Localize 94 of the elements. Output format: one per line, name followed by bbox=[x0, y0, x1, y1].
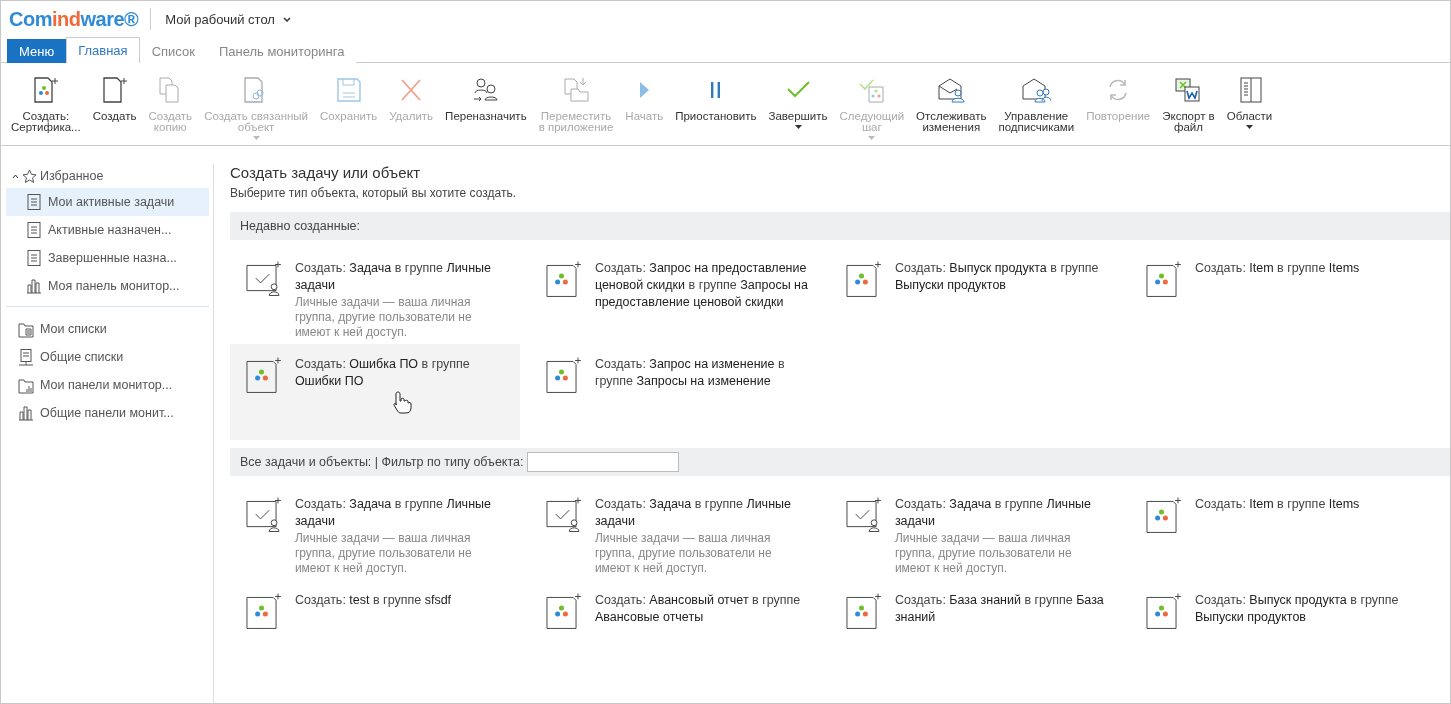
create-option-title: Создать: Запрос на изменение в группе Запросы на изменение bbox=[594, 356, 786, 390]
create-option-description: Личные задачи — ваша личная группа, другие пользователи не имеют к ней доступ. bbox=[294, 531, 473, 576]
bar-chart-icon bbox=[18, 404, 34, 422]
create-option-title: Создать: test в группе sfsdf bbox=[294, 592, 453, 609]
create-option-title: Создать: Выпуск продукта в группе Выпуски продуктов bbox=[1194, 592, 1400, 626]
pause-icon bbox=[711, 82, 721, 98]
create-option-card[interactable]: Создать: Задача в группе Личные задачи Личные задачи — ваша личная группа, другие пользователи не имеют к ней доступ. bbox=[830, 484, 1120, 580]
task-icon bbox=[246, 496, 281, 534]
object-icon bbox=[546, 260, 581, 298]
chart-folder-icon bbox=[18, 376, 34, 394]
favorites-header[interactable]: Избранное bbox=[6, 164, 110, 188]
sidebar-item[interactable]: Общие панели монит... bbox=[6, 399, 209, 427]
create-option-description: Личные задачи — ваша личная группа, другие пользователи не имеют к ней доступ. bbox=[894, 531, 1073, 576]
object-icon bbox=[246, 356, 281, 394]
create-option-title: Создать: Задача в группе Личные задачи bbox=[894, 496, 1092, 530]
task-icon bbox=[546, 496, 581, 534]
caret-icon bbox=[1246, 125, 1253, 129]
section-title: Все задачи и объекты: | Фильтр по типу объекта: bbox=[240, 455, 524, 469]
folder-arrow-icon bbox=[561, 76, 591, 104]
caret-icon bbox=[252, 136, 260, 140]
create-option-title: Создать: База знаний в группе База знаний bbox=[894, 592, 1105, 626]
shared-list-icon bbox=[18, 348, 34, 366]
object-icon bbox=[846, 260, 881, 298]
create-option-card[interactable]: Создать: Выпуск продукта в группе Выпуски продуктов bbox=[830, 248, 1120, 344]
create-option-title: Создать: Задача в группе Личные задачи bbox=[294, 260, 492, 294]
task-icon bbox=[246, 260, 281, 298]
object-icon bbox=[546, 356, 581, 394]
collapse-caret-icon bbox=[12, 173, 19, 179]
sidebar-item[interactable]: Мои панели монитор... bbox=[6, 371, 209, 399]
caret-icon bbox=[868, 136, 876, 140]
create-option-card[interactable]: Создать: Выпуск продукта в группе Выпуски продуктов bbox=[1130, 580, 1420, 676]
bar-chart-icon bbox=[26, 277, 42, 295]
star-icon bbox=[22, 168, 37, 184]
create-option-title: Создать: Выпуск продукта в группе Выпуски продуктов bbox=[894, 260, 1100, 294]
list-folder-icon bbox=[18, 320, 34, 338]
create-option-description: Личные задачи — ваша личная группа, другие пользователи не имеют к ней доступ. bbox=[294, 295, 473, 340]
create-option-card[interactable]: Создать: Запрос на изменение в группе Запросы на изменение bbox=[530, 344, 820, 440]
create-option-card[interactable]: Создать: Item в группе Items bbox=[1130, 484, 1420, 580]
create-option-title: Создать: Запрос на предоставление ценовой скидки в группе Запросы на предоставление ценовой скидки bbox=[594, 260, 808, 311]
workspace-dropdown[interactable]: Мой рабочий стол bbox=[163, 9, 293, 29]
create-option-card[interactable]: Создать: База знаний в группе База знаний bbox=[830, 580, 1120, 676]
sidebar-item[interactable]: Мои списки bbox=[6, 315, 209, 343]
object-icon bbox=[246, 592, 281, 630]
document-icon bbox=[26, 221, 42, 239]
create-option-card[interactable]: Создать: Запрос на предоставление ценовой скидки в группе Запросы на предоставление ценовой скидки bbox=[530, 248, 820, 344]
toolbar-button[interactable]: Переназначить bbox=[439, 75, 533, 122]
sidebar-item[interactable]: Мои активные задачи bbox=[6, 188, 209, 216]
create-option-card[interactable]: Создать: Задача в группе Личные задачи Личные задачи — ваша личная группа, другие пользователи не имеют к ней доступ. bbox=[230, 248, 520, 344]
envelope-person-icon bbox=[936, 76, 967, 104]
object-icon bbox=[546, 592, 581, 630]
toolbar-button[interactable]: Управление подписчиками bbox=[992, 75, 1081, 133]
create-option-card[interactable]: Создать: Item в группе Items bbox=[1130, 248, 1420, 344]
create-option-title: Создать: Задача в группе Личные задачи bbox=[294, 496, 492, 530]
create-option-title: Создать: Задача в группе Личные задачи bbox=[594, 496, 792, 530]
create-option-title: Создать: Item в группе Items bbox=[1194, 260, 1361, 277]
create-option-title: Создать: Ошибка ПО в группе Ошибки ПО bbox=[294, 356, 471, 390]
create-option-card[interactable]: Создать: Задача в группе Личные задачи Личные задачи — ваша личная группа, другие пользователи не имеют к ней доступ. bbox=[230, 484, 520, 580]
chevron-down-icon bbox=[282, 16, 291, 22]
toolbar-button[interactable]: Экспорт в файл bbox=[1156, 75, 1221, 133]
object-icon bbox=[1146, 496, 1181, 534]
sidebar-item[interactable]: Активные назначен... bbox=[6, 216, 209, 244]
caret-icon bbox=[794, 125, 802, 129]
sidebar-item[interactable]: Моя панель монитор... bbox=[6, 272, 209, 300]
create-option-card[interactable]: Создать: Авансовый отчет в группе Авансовые отчеты bbox=[530, 580, 820, 676]
create-option-card[interactable]: Создать: test в группе sfsdf bbox=[230, 580, 520, 676]
toolbar-button[interactable]: Области bbox=[1220, 75, 1279, 129]
toolbar-button[interactable]: Приостановить bbox=[669, 75, 763, 122]
page-title: Создать задачу или объект bbox=[230, 164, 422, 183]
create-option-title: Создать: Авансовый отчет в группе Авансовые отчеты bbox=[594, 592, 802, 626]
object-icon bbox=[846, 592, 881, 630]
create-option-title: Создать: Item в группе Items bbox=[1194, 496, 1361, 513]
document-icon bbox=[26, 249, 42, 267]
page-subtitle: Выберите тип объекта, который вы хотите создать. bbox=[230, 186, 517, 200]
create-option-description: Личные задачи — ваша личная группа, другие пользователи не имеют к ней доступ. bbox=[594, 531, 773, 576]
toolbar-button[interactable]: Создать bbox=[86, 75, 143, 122]
envelope-people-icon bbox=[1021, 76, 1052, 104]
play-icon bbox=[639, 82, 649, 98]
object-icon bbox=[1146, 592, 1181, 630]
hand-cursor-icon bbox=[392, 390, 412, 414]
filter-input-field[interactable] bbox=[527, 452, 680, 472]
section-title: Недавно созданные: bbox=[240, 219, 361, 233]
menu-button[interactable]: Меню bbox=[7, 39, 67, 63]
toolbar-button[interactable]: Завершить bbox=[762, 75, 834, 129]
document-icon bbox=[26, 193, 42, 211]
task-icon bbox=[846, 496, 881, 534]
logo: Comindware® bbox=[9, 8, 152, 30]
toolbar-button[interactable]: Создать: Сертифика... bbox=[5, 75, 87, 133]
sidebar-item[interactable]: Общие списки bbox=[6, 343, 209, 371]
tab[interactable]: Главная bbox=[66, 37, 140, 63]
create-option-card[interactable]: Создать: Задача в группе Личные задачи Личные задачи — ваша личная группа, другие пользователи не имеют к ней доступ. bbox=[530, 484, 820, 580]
create-option-card[interactable]: Создать: Ошибка ПО в группе Ошибки ПО bbox=[230, 344, 520, 440]
object-icon bbox=[1146, 260, 1181, 298]
sidebar-item[interactable]: Завершенные назна... bbox=[6, 244, 209, 272]
toolbar-button[interactable]: Отслеживать изменения bbox=[910, 75, 993, 133]
